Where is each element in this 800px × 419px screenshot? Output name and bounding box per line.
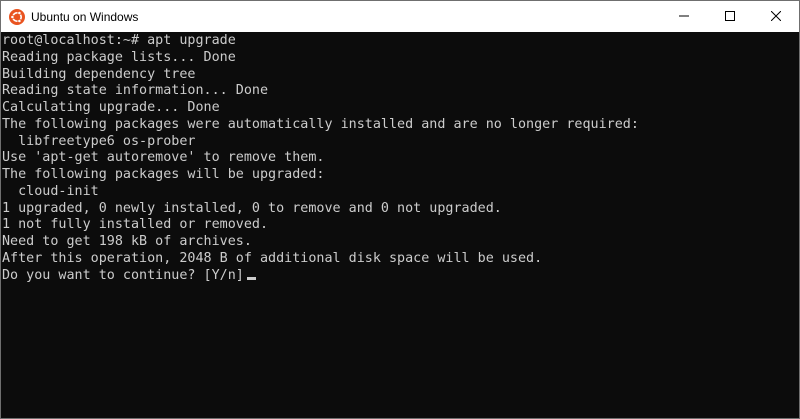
terminal-line: Use 'apt-get autoremove' to remove them. (2, 150, 325, 166)
terminal-line: libfreetype6 os-prober (2, 133, 196, 149)
terminal-line: Calculating upgrade... Done (2, 100, 220, 115)
terminal-line: The following packages were automaticall… (2, 116, 639, 132)
close-icon (770, 8, 782, 26)
terminal-output[interactable]: root@localhost:~# apt upgrade Reading pa… (1, 32, 799, 418)
continue-prompt: Do you want to continue? [Y/n] (2, 267, 244, 283)
terminal-line: 1 upgraded, 0 newly installed, 0 to remo… (2, 200, 502, 216)
terminal-line: 1 not fully installed or removed. (2, 217, 269, 233)
terminal-window: Ubuntu on Windows root@localhost:~# apt … (0, 0, 800, 419)
minimize-button[interactable] (661, 1, 707, 32)
minimize-icon (679, 8, 689, 26)
terminal-line: Need to get 198 kB of archives. (2, 234, 252, 249)
terminal-line: Reading package lists... Done (2, 49, 236, 65)
text-cursor (246, 276, 256, 280)
terminal-line-command: root@localhost:~# apt upgrade (2, 33, 236, 48)
terminal-line: cloud-init (2, 183, 99, 199)
terminal-line: Building dependency tree (2, 66, 196, 82)
maximize-icon (725, 8, 735, 26)
terminal-line: Reading state information... Done (2, 83, 269, 99)
close-button[interactable] (753, 1, 799, 32)
maximize-button[interactable] (707, 1, 753, 32)
terminal-line: The following packages will be upgraded: (2, 167, 325, 182)
terminal-prompt-line[interactable]: Do you want to continue? [Y/n] (2, 268, 799, 285)
terminal-line: After this operation, 2048 B of addition… (2, 250, 543, 266)
title-bar[interactable]: Ubuntu on Windows (1, 1, 799, 32)
window-controls (661, 1, 799, 32)
window-title: Ubuntu on Windows (31, 9, 139, 24)
ubuntu-logo-icon[interactable] (9, 8, 25, 25)
